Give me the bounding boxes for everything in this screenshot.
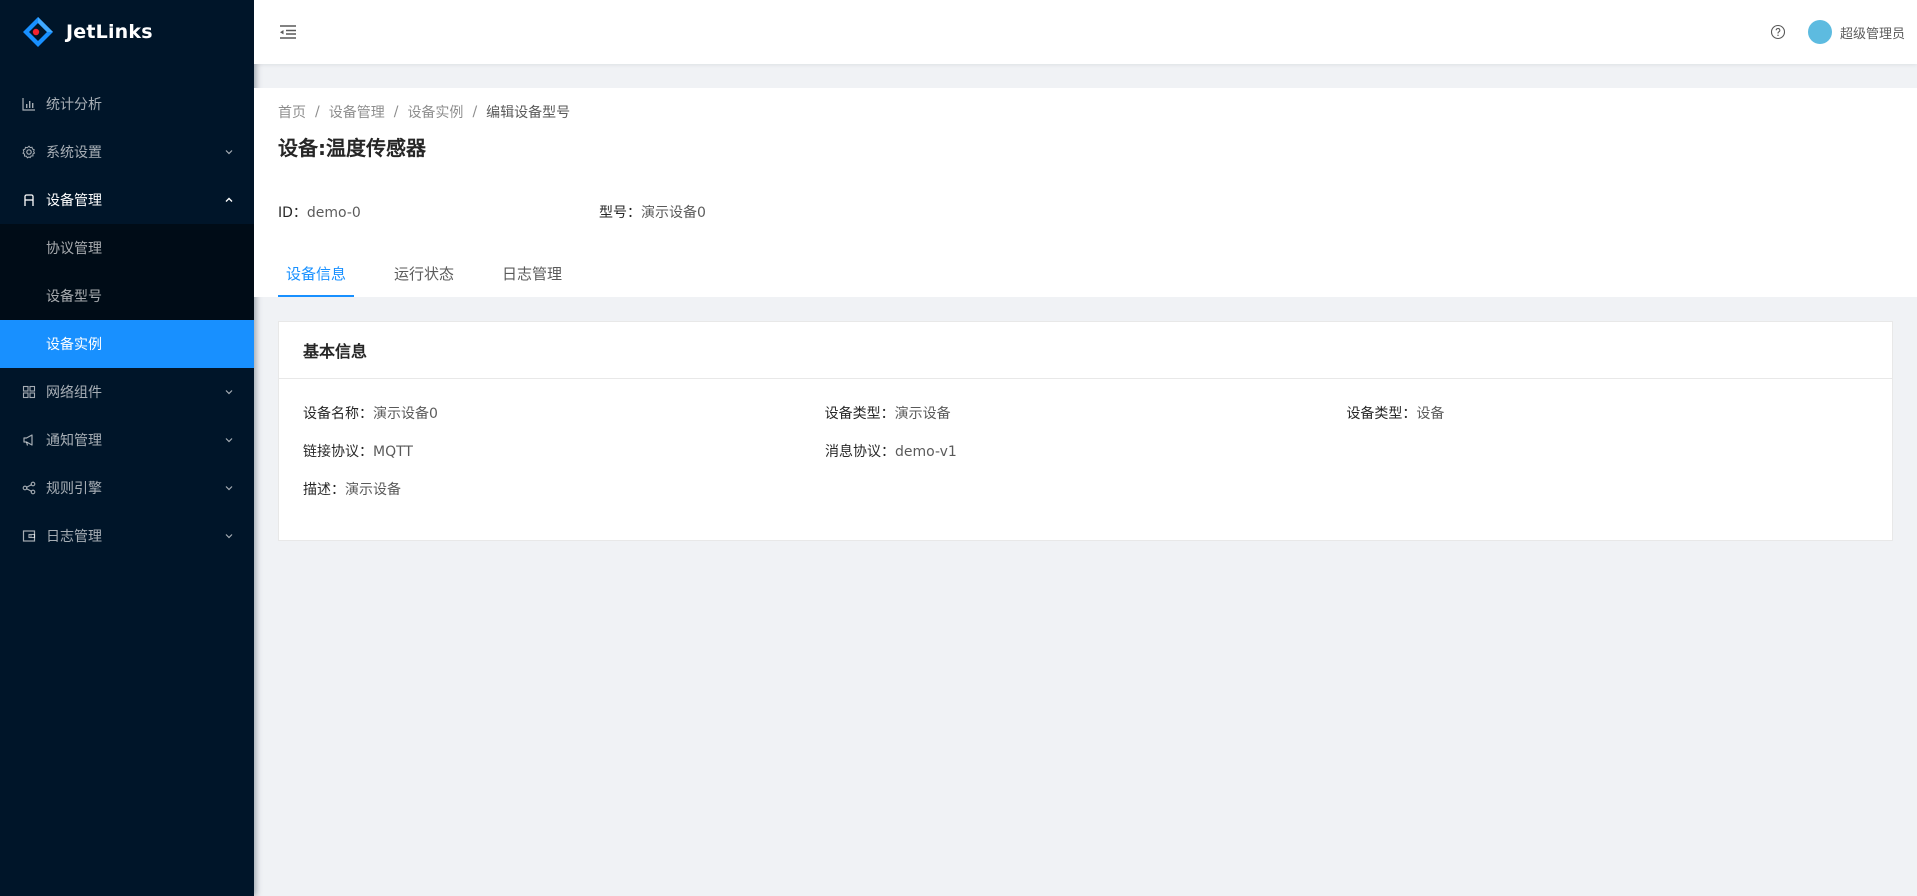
description-item: 链接协议：MQTT (303, 441, 825, 463)
field-value: MQTT (373, 444, 413, 460)
field-label: 链接协议： (303, 444, 373, 460)
chevron-down-icon (224, 483, 234, 493)
header-right: 超级管理员 (1770, 20, 1905, 44)
sidebar-item-device-instance[interactable]: 设备实例 (0, 320, 254, 368)
sidebar-item-device-management[interactable]: 设备管理 (0, 176, 254, 224)
device-meta: ID：demo-0 型号：演示设备0 (278, 202, 1893, 224)
breadcrumb-separator: / (393, 104, 399, 120)
description-row: 链接协议：MQTT 消息协议：demo-v1 (303, 441, 1868, 463)
meta-label: ID： (278, 205, 307, 221)
page-header: 首页 / 设备管理 / 设备实例 / 编辑设备型号 设备:温度传感器 ID：de… (254, 88, 1917, 297)
description-item: 描述：演示设备 (303, 479, 825, 501)
description-row: 描述：演示设备 (303, 479, 1868, 501)
description-row: 设备名称：演示设备0 设备类型：演示设备 设备类型：设备 (303, 403, 1868, 425)
logo[interactable]: JetLinks (0, 0, 254, 64)
sidebar-item-label: 网络组件 (46, 385, 102, 401)
meta-value: 演示设备0 (641, 205, 706, 221)
basic-info-card: 基本信息 设备名称：演示设备0 设备类型：演示设备 设备类型：设备 链接协议：M… (278, 321, 1893, 541)
sidebar-item-system-settings[interactable]: 系统设置 (0, 128, 254, 176)
field-label: 描述： (303, 482, 345, 498)
breadcrumb-home[interactable]: 首页 (278, 102, 306, 122)
sidebar-item-device-model[interactable]: 设备型号 (0, 272, 254, 320)
sidebar-item-label: 设备型号 (46, 289, 102, 305)
share-icon (22, 481, 36, 495)
sidebar-item-log-management[interactable]: 日志管理 (0, 512, 254, 560)
app-name: JetLinks (66, 21, 153, 43)
meta-value: demo-0 (306, 205, 361, 221)
field-value: 演示设备0 (373, 406, 438, 422)
sidebar-item-label: 系统设置 (46, 145, 102, 161)
user-name[interactable]: 超级管理员 (1840, 23, 1905, 42)
chevron-down-icon (224, 531, 234, 541)
field-label: 设备名称： (303, 406, 373, 422)
description-item: 设备类型：设备 (1346, 403, 1868, 425)
breadcrumb-device-instance[interactable]: 设备实例 (407, 102, 463, 122)
sidebar-item-rule-engine[interactable]: 规则引擎 (0, 464, 254, 512)
breadcrumb-current: 编辑设备型号 (486, 105, 571, 121)
sidebar-item-label: 协议管理 (46, 241, 102, 257)
description-item: 设备名称：演示设备0 (303, 403, 825, 425)
meta-model: 型号：演示设备0 (599, 202, 920, 224)
app-root: JetLinks 统计分析 系统设置 设备管理 协议管理 设备型号 设备实例 网… (0, 0, 1917, 896)
sidebar-item-label: 日志管理 (46, 529, 102, 545)
breadcrumb-separator: / (472, 104, 478, 120)
breadcrumb-separator: / (315, 104, 320, 120)
bar-chart-icon (22, 97, 36, 111)
chevron-down-icon (224, 387, 234, 397)
breadcrumb-device-management[interactable]: 设备管理 (329, 102, 385, 122)
device-management-submenu: 协议管理 设备型号 设备实例 (0, 224, 254, 368)
tab-log-management[interactable]: 日志管理 (494, 257, 570, 297)
card-body: 设备名称：演示设备0 设备类型：演示设备 设备类型：设备 链接协议：MQTT 消… (279, 379, 1892, 501)
jetlinks-logo-icon (22, 16, 54, 48)
avatar[interactable] (1807, 20, 1832, 44)
sidebar: JetLinks 统计分析 系统设置 设备管理 协议管理 设备型号 设备实例 网… (0, 0, 254, 896)
sidebar-item-label: 统计分析 (46, 97, 102, 113)
sidebar-item-label: 设备实例 (46, 337, 102, 353)
menu-fold-icon[interactable] (278, 22, 298, 42)
notification-icon (22, 433, 36, 447)
sidebar-menu: 统计分析 系统设置 设备管理 协议管理 设备型号 设备实例 网络组件 通知管理 … (0, 80, 254, 560)
chevron-down-icon (224, 435, 234, 445)
field-value: 设备 (1416, 406, 1445, 422)
appstore-icon (22, 385, 36, 399)
tabs: 设备信息 运行状态 日志管理 (278, 257, 602, 297)
question-circle-icon[interactable] (1770, 24, 1786, 40)
page-title: 设备:温度传感器 (278, 136, 426, 160)
tab-running-status[interactable]: 运行状态 (386, 257, 462, 297)
meta-id: ID：demo-0 (278, 202, 599, 224)
chevron-down-icon (224, 147, 234, 157)
settings-icon (22, 145, 36, 159)
field-value: demo-v1 (895, 444, 957, 460)
sidebar-item-analytics[interactable]: 统计分析 (0, 80, 254, 128)
sidebar-item-label: 规则引擎 (46, 481, 102, 497)
field-value: 演示设备 (345, 482, 401, 498)
sidebar-item-label: 通知管理 (46, 433, 102, 449)
description-item: 设备类型：演示设备 (825, 403, 1347, 425)
sidebar-item-label: 设备管理 (46, 193, 102, 209)
meta-label: 型号： (599, 205, 641, 221)
sidebar-item-network-components[interactable]: 网络组件 (0, 368, 254, 416)
sidebar-item-protocol-management[interactable]: 协议管理 (0, 224, 254, 272)
field-label: 消息协议： (825, 444, 895, 460)
sidebar-item-notification-management[interactable]: 通知管理 (0, 416, 254, 464)
top-header: 超级管理员 (254, 0, 1917, 64)
field-value: 演示设备 (894, 406, 951, 422)
card-title: 基本信息 (279, 322, 1892, 379)
breadcrumb: 首页 / 设备管理 / 设备实例 / 编辑设备型号 (278, 102, 1893, 122)
chevron-up-icon (224, 195, 234, 205)
description-item: 消息协议：demo-v1 (825, 441, 1347, 463)
tab-device-info[interactable]: 设备信息 (278, 257, 355, 297)
field-label: 设备类型： (824, 406, 895, 422)
wallet-icon (22, 529, 36, 543)
field-label: 设备类型： (1346, 406, 1417, 422)
device-icon (22, 193, 36, 207)
